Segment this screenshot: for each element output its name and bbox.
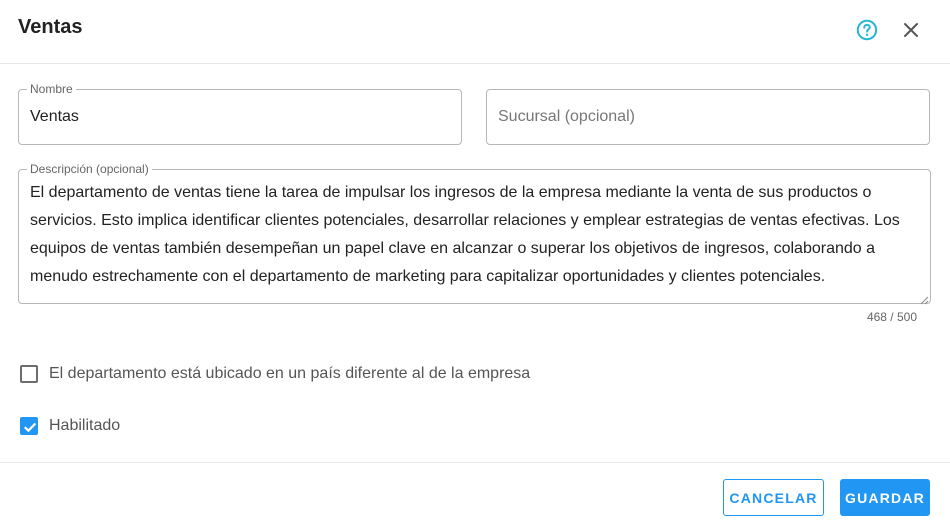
help-circle-icon[interactable]	[855, 18, 879, 42]
different-country-label: El departamento está ubicado en un país …	[49, 365, 531, 382]
dialog-header: Ventas	[0, 0, 950, 64]
branch-field	[486, 89, 930, 145]
save-button[interactable]: GUARDAR	[840, 479, 930, 516]
description-field-label: Descripción (opcional)	[27, 162, 152, 176]
character-counter: 468 / 500	[866, 310, 917, 324]
description-field: Descripción (opcional) El departamento d…	[18, 162, 931, 305]
different-country-option[interactable]: El departamento está ubicado en un país …	[20, 365, 530, 383]
different-country-checkbox[interactable]	[20, 365, 38, 383]
enabled-checkbox[interactable]	[20, 417, 38, 435]
name-field: Nombre	[18, 82, 462, 145]
description-textarea[interactable]: El departamento de ventas tiene la tarea…	[19, 170, 930, 303]
name-input[interactable]	[19, 90, 461, 144]
checkmark-icon	[24, 422, 37, 433]
resize-grip-icon[interactable]	[919, 292, 929, 305]
branch-input[interactable]	[487, 90, 929, 144]
enabled-option[interactable]: Habilitado	[20, 417, 120, 435]
enabled-label: Habilitado	[49, 417, 121, 434]
dialog-title: Ventas	[18, 16, 83, 38]
name-field-label: Nombre	[27, 82, 76, 96]
close-icon[interactable]	[899, 18, 923, 42]
cancel-button[interactable]: CANCELAR	[723, 479, 824, 516]
